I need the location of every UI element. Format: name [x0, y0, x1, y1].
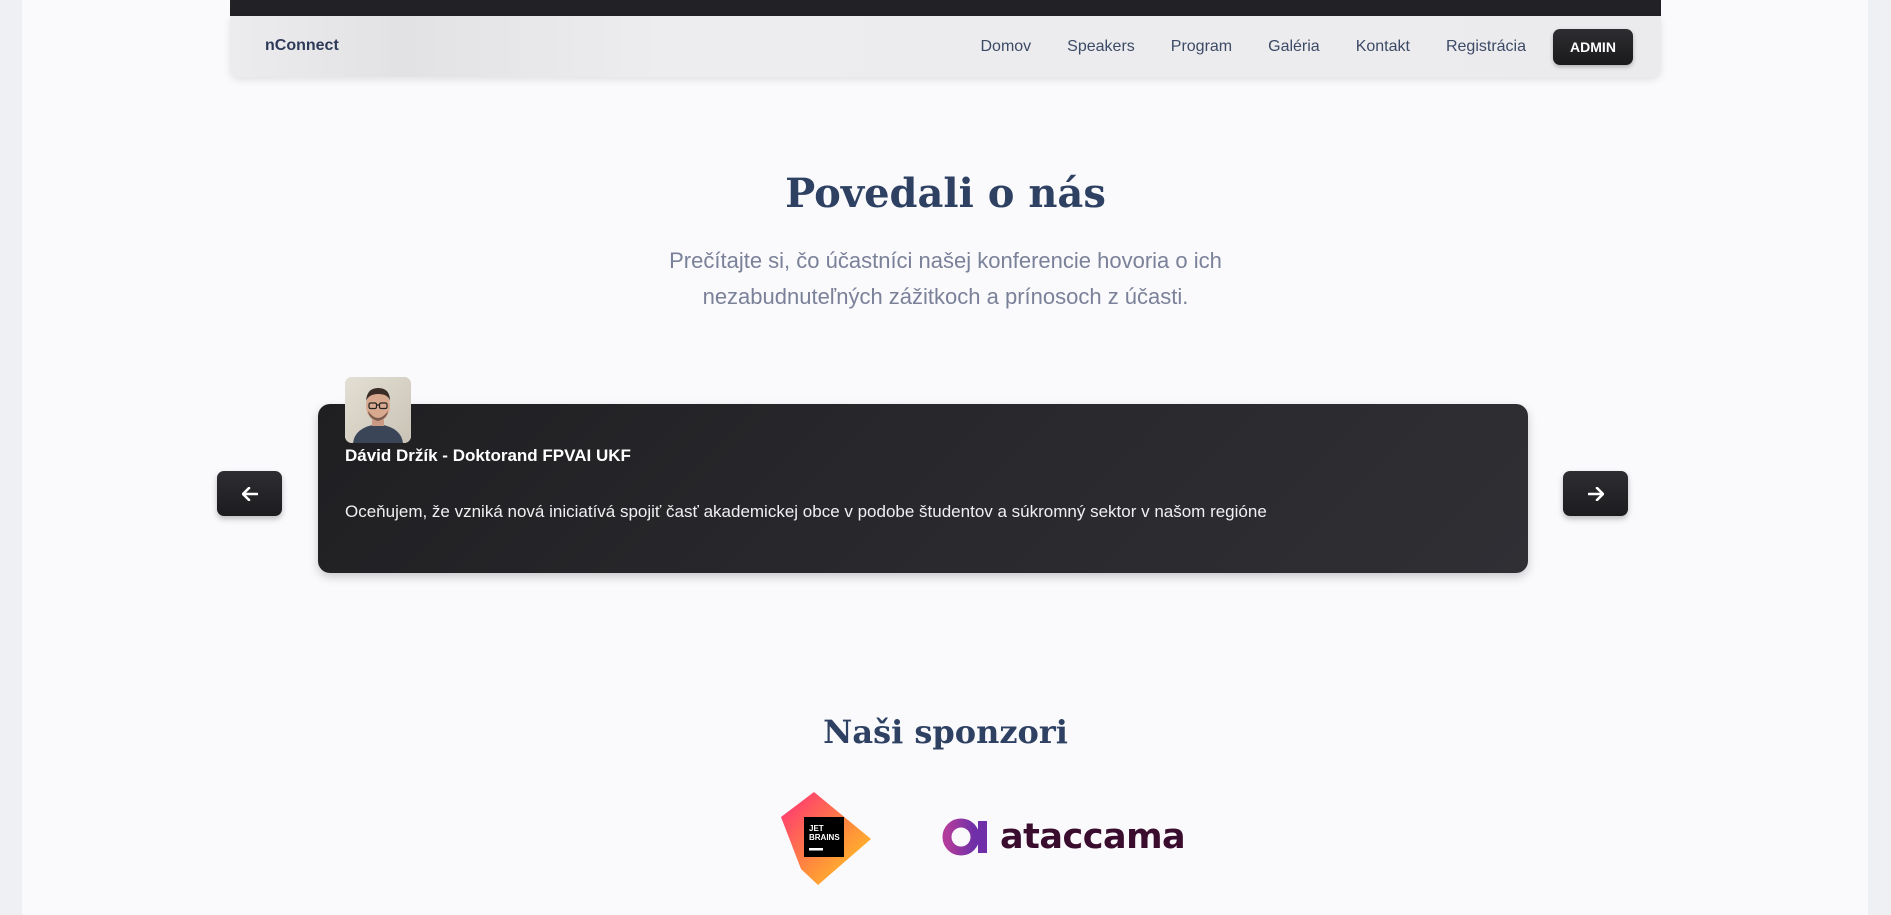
- admin-button[interactable]: ADMIN: [1553, 29, 1633, 65]
- nav-link-kontakt[interactable]: Kontakt: [1356, 29, 1410, 65]
- prev-testimonial-button[interactable]: [217, 471, 282, 516]
- sponsor-ataccama-logo[interactable]: ataccama: [942, 812, 1186, 862]
- jetbrains-logo-text-2: BRAINS: [809, 833, 840, 842]
- nav-link-speakers[interactable]: Speakers: [1067, 29, 1135, 65]
- sponsors-title: Naši sponzori: [823, 713, 1068, 751]
- sponsor-jetbrains-logo[interactable]: JET BRAINS: [776, 789, 874, 887]
- arrow-left-icon: [241, 486, 258, 501]
- testimonials-subtitle: Prečítajte si, čo účastníci našej konfer…: [0, 243, 1891, 315]
- nav-links: Domov Speakers Program Galéria Kontakt R…: [944, 29, 1633, 65]
- testimonial-quote: Oceňujem, že vzniká nová iniciatívá spoj…: [345, 502, 1267, 521]
- nav-link-program[interactable]: Program: [1171, 29, 1232, 65]
- testimonials-title: Povedali o nás: [785, 170, 1106, 217]
- navbar: nConnect Domov Speakers Program Galéria …: [230, 16, 1661, 77]
- nav-link-domov[interactable]: Domov: [980, 29, 1031, 65]
- arrow-right-icon: [1587, 486, 1604, 501]
- testimonial-author: Dávid Držík - Doktorand FPVAI UKF: [345, 446, 631, 465]
- testimonial-card: Dávid Držík - Doktorand FPVAI UKF Oceňuj…: [318, 404, 1528, 573]
- nav-link-galeria[interactable]: Galéria: [1268, 29, 1320, 65]
- avatar: [345, 377, 411, 443]
- jetbrains-logo-text-1: JET: [809, 824, 824, 833]
- nav-link-registracia[interactable]: Registrácia: [1446, 29, 1526, 65]
- subtitle-line-1: Prečítajte si, čo účastníci našej konfer…: [669, 248, 1222, 273]
- subtitle-line-2: nezabudnuteľných zážitkoch a prínosoch z…: [702, 284, 1189, 309]
- ataccama-logo-text: ataccama: [1000, 817, 1186, 857]
- brand-logo[interactable]: nConnect: [265, 37, 339, 55]
- next-testimonial-button[interactable]: [1563, 471, 1628, 516]
